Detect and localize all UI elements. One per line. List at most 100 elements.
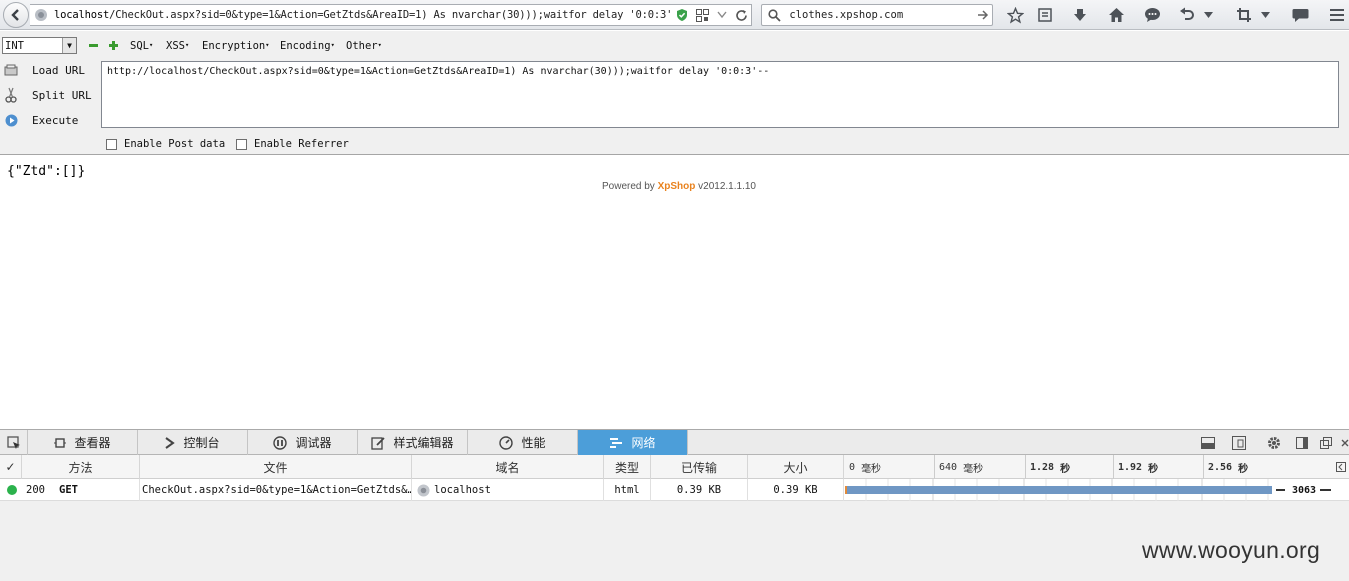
encryption-menu[interactable]: Encryption▾: [202, 40, 269, 52]
transferred-cell: 0.39 KB: [651, 479, 748, 501]
undock-icon[interactable]: [1317, 434, 1335, 451]
back-button[interactable]: [3, 2, 29, 28]
collapse-waterfall-icon[interactable]: [1336, 455, 1346, 479]
globe-icon: [417, 484, 430, 497]
close-icon[interactable]: [1340, 434, 1349, 451]
pencil-icon: [371, 436, 386, 450]
element-picker-icon[interactable]: [0, 430, 28, 455]
go-arrow-icon[interactable]: [975, 6, 992, 24]
dropdown-icon[interactable]: [713, 6, 731, 24]
domain-cell: localhost: [412, 479, 604, 501]
play-icon: [2, 114, 20, 127]
gear-icon[interactable]: [1265, 434, 1283, 451]
type-select-value: INT: [5, 39, 24, 52]
column-method[interactable]: 方法: [22, 455, 140, 479]
reload-icon[interactable]: [733, 6, 751, 24]
search-input[interactable]: clothes.xpshop.com: [789, 9, 972, 21]
json-response: {"Ztd":[]}: [7, 164, 86, 179]
responsive-mode-icon[interactable]: [1230, 434, 1248, 451]
console-icon: [165, 436, 176, 449]
tab-network[interactable]: 网络: [578, 430, 688, 455]
xpshop-link[interactable]: XpShop: [658, 181, 696, 192]
home-icon[interactable]: [1104, 4, 1128, 26]
globe-icon: [32, 6, 50, 24]
column-transferred[interactable]: 已传输: [651, 455, 748, 479]
qr-icon[interactable]: [693, 6, 711, 24]
menu-icon[interactable]: [1325, 4, 1349, 26]
waterfall-tick: 1.28 秒: [1025, 455, 1070, 479]
type-cell: html: [604, 479, 651, 501]
timing-label: 3063: [1292, 479, 1349, 501]
search-icon: [766, 6, 783, 24]
url-text[interactable]: localhost/CheckOut.aspx?sid=0&type=1&Act…: [54, 9, 671, 21]
debugger-icon: [273, 435, 288, 450]
devtools-tabbar: 查看器 控制台 调试器 样式编辑器 性能 网络: [0, 430, 1349, 455]
shield-icon[interactable]: [673, 6, 691, 24]
increase-icon[interactable]: [108, 40, 118, 50]
watermark: www.wooyun.org: [1142, 537, 1321, 563]
waterfall-tick: 2.56 秒: [1203, 455, 1248, 479]
star-icon[interactable]: [1003, 4, 1027, 26]
encoding-menu[interactable]: Encoding▾: [280, 40, 335, 52]
gauge-icon: [499, 435, 514, 450]
navigation-toolbar: localhost/CheckOut.aspx?sid=0&type=1&Act…: [0, 0, 1349, 30]
powered-by-footer: Powered by XpShop v2012.1.1.10: [602, 181, 756, 192]
chevron-down-icon[interactable]: ▼: [62, 38, 76, 53]
column-size[interactable]: 大小: [748, 455, 844, 479]
decrease-icon[interactable]: [88, 40, 98, 50]
request-method: GET: [59, 484, 78, 496]
download-icon[interactable]: [1068, 4, 1092, 26]
file-cell: CheckOut.aspx?sid=0&type=1&Action=GetZtd…: [140, 479, 412, 501]
waterfall-tick: 0 毫秒: [849, 461, 882, 475]
table-row[interactable]: 200 GET CheckOut.aspx?sid=0&type=1&Actio…: [0, 479, 1349, 501]
tab-inspector[interactable]: 查看器: [28, 430, 138, 455]
split-console-icon[interactable]: [1199, 434, 1217, 451]
tab-debugger[interactable]: 调试器: [248, 430, 358, 455]
dropdown-icon[interactable]: [1201, 4, 1215, 26]
dock-side-icon[interactable]: [1293, 434, 1311, 451]
xss-menu[interactable]: XSS▾: [166, 40, 189, 52]
checkbox-box[interactable]: [236, 138, 247, 150]
enable-referrer-checkbox[interactable]: Enable Referrer: [236, 138, 349, 150]
load-icon: [2, 64, 20, 76]
timing-dash: [1276, 479, 1292, 501]
checkbox-box[interactable]: [106, 138, 117, 150]
network-table-header: ✓ 方法 文件 域名 类型 已传输 大小 0 毫秒 640 毫秒 1.28 秒 …: [0, 455, 1349, 479]
enable-post-checkbox[interactable]: Enable Post data: [106, 138, 225, 150]
sql-menu[interactable]: SQL▾: [130, 40, 153, 52]
scissors-icon: [2, 87, 20, 103]
waterfall-tick: 1.92 秒: [1113, 455, 1158, 479]
other-menu[interactable]: Other▾: [346, 40, 382, 52]
column-type[interactable]: 类型: [604, 455, 651, 479]
chat-icon[interactable]: [1140, 4, 1164, 26]
page-content: {"Ztd":[]} Powered by XpShop v2012.1.1.1…: [0, 156, 1349, 429]
execute-button[interactable]: Execute: [0, 109, 95, 131]
inspector-icon: [54, 437, 67, 449]
tab-console[interactable]: 控制台: [138, 430, 248, 455]
hackbar-url-textarea[interactable]: http://localhost/CheckOut.aspx?sid=0&typ…: [101, 61, 1339, 128]
tab-style-editor[interactable]: 样式编辑器: [358, 430, 468, 455]
url-bar[interactable]: localhost/CheckOut.aspx?sid=0&type=1&Act…: [30, 4, 752, 26]
type-select[interactable]: INT ▼: [2, 37, 77, 54]
status-cell: 200 GET: [0, 479, 140, 501]
network-icon: [609, 437, 623, 449]
tab-performance[interactable]: 性能: [468, 430, 578, 455]
column-domain[interactable]: 域名: [412, 455, 604, 479]
column-status[interactable]: ✓: [0, 455, 22, 479]
back-icon: [11, 9, 19, 21]
screenshot-icon[interactable]: [1232, 4, 1256, 26]
load-url-button[interactable]: Load URL: [0, 59, 95, 81]
split-url-button[interactable]: Split URL: [0, 84, 95, 106]
search-bar[interactable]: clothes.xpshop.com: [761, 4, 993, 26]
dropdown-icon[interactable]: [1258, 4, 1272, 26]
reader-icon[interactable]: [1033, 4, 1057, 26]
status-dot-icon: [7, 485, 17, 495]
waterfall-tick: 640 毫秒: [934, 455, 983, 479]
waterfall-timing-bar: [845, 486, 1272, 494]
column-file[interactable]: 文件: [140, 455, 412, 479]
undo-icon[interactable]: [1175, 4, 1199, 26]
status-code: 200: [26, 484, 45, 496]
hackbar-panel: INT ▼ SQL▾ XSS▾ Encryption▾ Encoding▾ Ot…: [0, 31, 1349, 155]
size-cell: 0.39 KB: [748, 479, 844, 501]
speech-icon[interactable]: [1288, 4, 1312, 26]
